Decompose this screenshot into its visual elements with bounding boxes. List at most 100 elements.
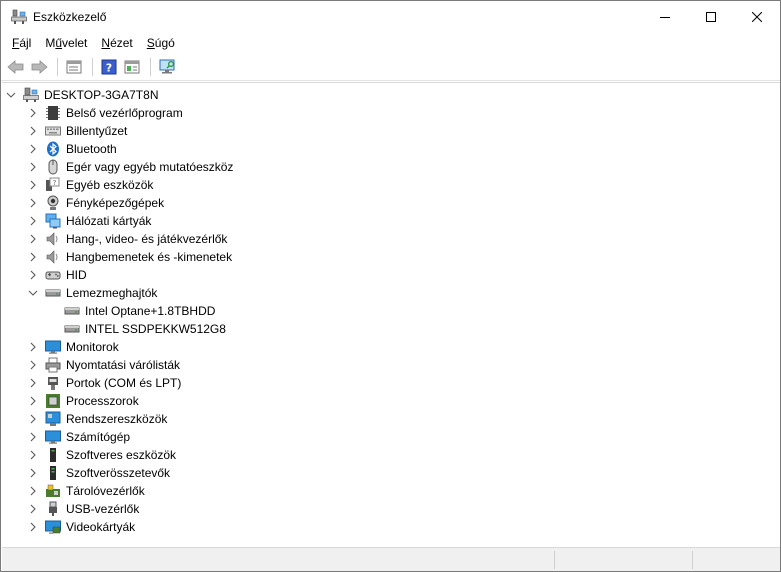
tree-device[interactable]: INTEL SSDPEKKW512G8 [46, 320, 227, 338]
tree-category[interactable]: Belső vezérlőprogram [27, 104, 184, 122]
tree-item-label: Tárolóvezérlők [66, 484, 145, 498]
chevron-right-icon[interactable] [27, 176, 39, 194]
tree-category[interactable]: Lemezmeghajtók [27, 284, 158, 302]
chevron-right-icon[interactable] [27, 212, 39, 230]
tree-item-label: USB-vezérlők [66, 502, 140, 516]
disk-drive-icon [64, 321, 80, 337]
chevron-down-icon[interactable] [5, 86, 17, 104]
tree-category[interactable]: Nyomtatási várólisták [27, 356, 181, 374]
chevron-right-icon[interactable] [27, 518, 39, 536]
scan-hardware-button[interactable] [156, 56, 178, 78]
tree-category[interactable]: Processzorok [27, 392, 140, 410]
tree-category[interactable]: ? Egyéb eszközök [27, 176, 154, 194]
svg-text:?: ? [106, 62, 112, 75]
tree-category[interactable]: Számítógép [27, 428, 131, 446]
tree-item-label: Hálózati kártyák [66, 214, 152, 228]
menu-bar: Fájl Művelet Nézet Súgó [1, 32, 780, 54]
tree-category[interactable]: Egér vagy egyéb mutatóeszköz [27, 158, 234, 176]
chevron-right-icon[interactable] [27, 158, 39, 176]
minimize-button[interactable] [642, 1, 688, 32]
status-bar [2, 547, 780, 571]
network-adapter-icon [45, 213, 61, 229]
chevron-right-icon[interactable] [27, 410, 39, 428]
firmware-icon [45, 105, 61, 121]
svg-text:?: ? [53, 179, 57, 187]
device-manager-app-icon [11, 9, 27, 25]
chevron-right-icon[interactable] [27, 266, 39, 284]
menu-file[interactable]: Fájl [5, 33, 38, 53]
chevron-right-icon[interactable] [27, 500, 39, 518]
tree-category[interactable]: Szoftverösszetevők [27, 464, 171, 482]
tree-item-label: Intel Optane+1.8TBHDD [85, 304, 216, 318]
tree-category[interactable]: Hang-, video- és játékvezérlők [27, 230, 228, 248]
forward-button[interactable] [28, 56, 50, 78]
maximize-button[interactable] [688, 1, 734, 32]
help-icon: ? [101, 59, 117, 75]
chevron-right-icon[interactable] [27, 248, 39, 266]
tree-item-label: Portok (COM és LPT) [66, 376, 182, 390]
tree-category[interactable]: Szoftveres eszközök [27, 446, 177, 464]
chevron-right-icon[interactable] [27, 356, 39, 374]
tree-category[interactable]: Videokártyák [27, 518, 136, 536]
tree-category[interactable]: Hangbemenetek és -kimenetek [27, 248, 233, 266]
tree-item-label: Egyéb eszközök [66, 178, 154, 192]
tree-category[interactable]: Bluetooth [27, 140, 118, 158]
tree-item-label: Monitorok [66, 340, 119, 354]
chevron-right-icon[interactable] [27, 122, 39, 140]
tree-category[interactable]: Fényképezőgépek [27, 194, 165, 212]
chevron-down-icon[interactable] [27, 284, 39, 302]
chevron-right-icon[interactable] [27, 338, 39, 356]
audio-io-icon [45, 249, 61, 265]
update-driver-button[interactable] [121, 56, 143, 78]
bluetooth-icon [45, 141, 61, 157]
tree-category[interactable]: Billentyűzet [27, 122, 128, 140]
tree-category[interactable]: HID [27, 266, 88, 284]
menu-action[interactable]: Művelet [38, 33, 94, 53]
chevron-right-icon[interactable] [27, 446, 39, 464]
tree-root-computer[interactable]: DESKTOP-3GA7T8N [5, 86, 159, 104]
tree-device[interactable]: Intel Optane+1.8TBHDD [46, 302, 216, 320]
tree-item-label: Processzorok [66, 394, 139, 408]
chevron-right-icon[interactable] [27, 230, 39, 248]
camera-icon [45, 195, 61, 211]
tree-item-label: INTEL SSDPEKKW512G8 [85, 322, 226, 336]
tree-category[interactable]: USB-vezérlők [27, 500, 140, 518]
chevron-right-icon[interactable] [27, 374, 39, 392]
tree-item-label: Nyomtatási várólisták [66, 358, 181, 372]
chevron-right-icon[interactable] [27, 140, 39, 158]
toolbar-separator [92, 58, 93, 76]
close-button[interactable] [734, 1, 780, 32]
title-bar[interactable]: Eszközkezelő [1, 1, 780, 32]
chevron-right-icon[interactable] [27, 194, 39, 212]
back-button[interactable] [5, 56, 27, 78]
chevron-right-icon[interactable] [27, 104, 39, 122]
usb-icon [45, 501, 61, 517]
tree-category[interactable]: Portok (COM és LPT) [27, 374, 182, 392]
menu-help[interactable]: Súgó [140, 33, 182, 53]
back-arrow-icon [7, 60, 24, 74]
software-device-icon [45, 447, 61, 463]
toolbar-separator [57, 58, 58, 76]
menu-view[interactable]: Nézet [94, 33, 139, 53]
tree-item-label: Videokártyák [66, 520, 136, 534]
tree-category[interactable]: Monitorok [27, 338, 120, 356]
tree-category[interactable]: Hálózati kártyák [27, 212, 152, 230]
chevron-right-icon[interactable] [27, 428, 39, 446]
device-tree[interactable]: DESKTOP-3GA7T8N Belső vezérlőprogram Bille… [2, 82, 780, 546]
minimize-icon [660, 16, 670, 18]
chevron-right-icon[interactable] [27, 464, 39, 482]
properties-button[interactable] [63, 56, 85, 78]
chevron-right-icon[interactable] [27, 392, 39, 410]
tree-category[interactable]: Rendszereszközök [27, 410, 168, 428]
tree-item-label: Fényképezőgépek [66, 196, 165, 210]
chevron-right-icon[interactable] [27, 482, 39, 500]
help-button[interactable]: ? [98, 56, 120, 78]
tree-item-label: Számítógép [66, 430, 131, 444]
tree-category[interactable]: Tárolóvezérlők [27, 482, 146, 500]
update-driver-icon [124, 60, 140, 74]
speaker-icon [45, 231, 61, 247]
tree-item-label: Belső vezérlőprogram [66, 106, 183, 120]
display-adapter-icon [45, 519, 61, 535]
status-bar-divider [554, 551, 555, 569]
